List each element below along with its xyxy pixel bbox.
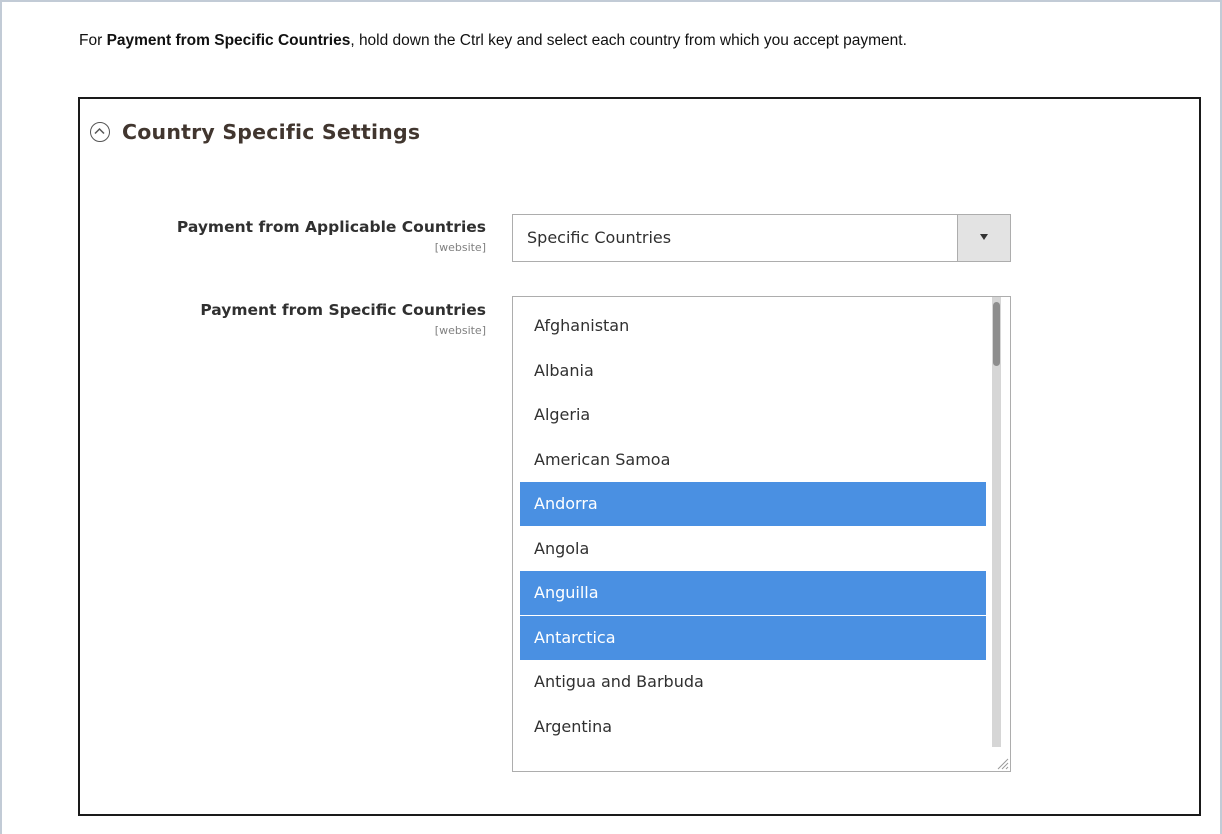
country-option[interactable]: Albania <box>520 349 986 393</box>
specific-countries-multiselect[interactable]: Afghanistan Albania Algeria American Samoa A… <box>512 296 1011 772</box>
specific-countries-label: Payment from Specific Countries <box>200 301 486 319</box>
instruction-suffix: , hold down the Ctrl key and select each… <box>350 32 907 49</box>
select-value: Specific Countries <box>527 228 672 247</box>
collapse-circle-icon[interactable] <box>90 122 110 142</box>
dropdown-arrow-icon[interactable] <box>957 215 1010 261</box>
country-option[interactable]: Algeria <box>520 393 986 437</box>
section-title: Country Specific Settings <box>122 120 421 144</box>
applicable-countries-label: Payment from Applicable Countries <box>176 218 486 236</box>
instruction-prefix: For <box>79 32 107 49</box>
applicable-countries-select[interactable]: Specific Countries <box>512 214 1011 262</box>
scrollbar-thumb[interactable] <box>993 302 1000 366</box>
country-option[interactable]: Afghanistan <box>520 304 986 348</box>
country-option[interactable]: Angola <box>520 527 986 571</box>
country-option[interactable]: Antigua and Barbuda <box>520 660 986 704</box>
section-header[interactable]: Country Specific Settings <box>90 120 420 144</box>
instruction-bold: Payment from Specific Countries <box>106 32 351 49</box>
country-option[interactable]: Antarctica <box>520 615 986 660</box>
country-option[interactable]: American Samoa <box>520 438 986 482</box>
country-option[interactable]: Andorra <box>520 482 986 526</box>
country-option[interactable]: Anguilla <box>520 571 986 615</box>
country-option[interactable]: Argentina <box>520 705 986 749</box>
config-screenshot: Country Specific Settings Payment from A… <box>78 97 1201 816</box>
applicable-countries-scope: [website] <box>434 241 486 254</box>
instruction-text: For Payment from Specific Countries, hol… <box>79 30 1139 51</box>
specific-countries-scope: [website] <box>434 324 486 337</box>
resize-grip-icon[interactable] <box>995 756 1009 770</box>
